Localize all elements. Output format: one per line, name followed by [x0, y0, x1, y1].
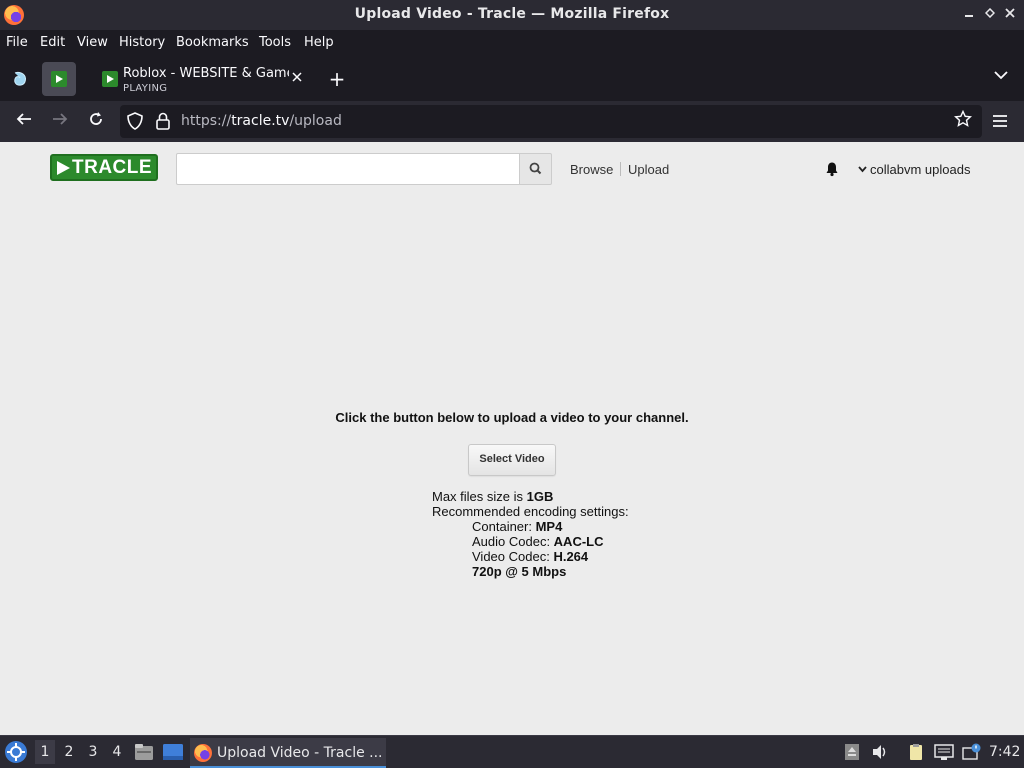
menu-edit[interactable]: Edit — [40, 35, 65, 50]
address-bar[interactable]: https://tracle.tv/upload — [120, 105, 982, 138]
url-text: https://tracle.tv/upload — [181, 113, 342, 129]
menu-tools[interactable]: Tools — [259, 35, 291, 50]
start-menu-button[interactable] — [5, 741, 27, 763]
tab-close-button[interactable] — [292, 70, 302, 86]
tracking-protection-shield-icon[interactable] — [126, 111, 144, 131]
page-content: TRACLE Browse Upload collabvm uploads Cl… — [0, 142, 1024, 735]
file-manager-icon[interactable] — [134, 743, 154, 761]
back-arrow-icon — [16, 113, 31, 125]
firefox-view-button[interactable] — [3, 62, 37, 96]
app-menu-button[interactable] — [990, 111, 1010, 131]
username: collabvm uploads — [870, 162, 971, 177]
tracle-favicon-icon — [51, 71, 67, 87]
tab-strip: Roblox - WEBSITE & Gameplay PLAYING + — [0, 57, 1024, 101]
bookmark-star-icon[interactable] — [954, 110, 972, 128]
forward-button[interactable] — [47, 109, 73, 135]
workspace-4[interactable]: 4 — [107, 744, 127, 760]
minimize-button[interactable] — [960, 5, 978, 23]
search-button[interactable] — [519, 153, 552, 185]
upload-link[interactable]: Upload — [628, 162, 669, 177]
tracle-logo[interactable]: TRACLE — [50, 154, 158, 181]
upload-requirements: Max files size is 1GB Recommended encodi… — [432, 489, 629, 579]
audio-codec-line: Audio Codec: AAC-LC — [472, 534, 604, 549]
system-taskbar: 1 2 3 4 Upload Video - Tracle ... 7:42 — [0, 735, 1024, 768]
start-menu-icon — [7, 743, 25, 761]
search-icon — [529, 162, 542, 175]
reload-button[interactable] — [83, 109, 109, 135]
menu-bookmarks[interactable]: Bookmarks — [176, 35, 249, 50]
video-codec-line: Video Codec: H.264 — [472, 549, 589, 564]
logo-text: TRACLE — [72, 157, 153, 178]
notification-bell-icon[interactable] — [824, 161, 840, 177]
show-desktop-icon[interactable] — [162, 743, 184, 761]
taskbar-window-title: Upload Video - Tracle ... — [217, 745, 383, 761]
container-line: Container: MP4 — [472, 519, 563, 534]
upload-prompt: Click the button below to upload a video… — [335, 410, 689, 425]
close-window-button[interactable] — [1001, 5, 1019, 23]
menu-view[interactable]: View — [77, 35, 108, 50]
play-icon — [57, 161, 70, 175]
close-icon — [1005, 8, 1015, 18]
workspace-3[interactable]: 3 — [83, 744, 103, 760]
reload-icon — [90, 112, 102, 125]
firefox-view-icon — [14, 71, 26, 86]
list-all-tabs-button[interactable] — [994, 68, 1008, 84]
back-button[interactable] — [11, 109, 37, 135]
eject-icon[interactable] — [843, 743, 861, 761]
resolution-line: 720p @ 5 Mbps — [472, 564, 567, 579]
lock-icon[interactable] — [154, 111, 172, 131]
clipboard-icon[interactable] — [907, 743, 925, 761]
tracle-favicon-icon — [102, 71, 118, 87]
navigation-bar: https://tracle.tv/upload — [0, 101, 1024, 142]
tab-title: Roblox - WEBSITE & Gameplay — [123, 66, 289, 81]
menu-help[interactable]: Help — [304, 35, 334, 50]
recommended-heading: Recommended encoding settings: — [432, 504, 629, 519]
close-icon — [292, 72, 302, 82]
hamburger-menu-icon — [993, 115, 1007, 127]
workspace-2[interactable]: 2 — [59, 744, 79, 760]
select-video-button[interactable]: Select Video — [468, 444, 556, 476]
menu-history[interactable]: History — [119, 35, 165, 50]
window-titlebar: Upload Video - Tracle — Mozilla Firefox — [0, 0, 1024, 30]
forward-arrow-icon — [53, 113, 68, 125]
new-tab-button[interactable]: + — [326, 68, 348, 90]
minimize-icon — [965, 15, 973, 17]
maximize-button[interactable] — [981, 5, 999, 23]
notification-tray-icon[interactable] — [962, 743, 982, 761]
chevron-down-icon — [994, 71, 1008, 80]
tab-roblox[interactable]: Roblox - WEBSITE & Gameplay PLAYING — [90, 62, 316, 96]
volume-icon[interactable] — [871, 743, 889, 761]
pinned-tab[interactable] — [42, 62, 76, 96]
chevron-down-icon — [858, 166, 867, 173]
workspace-1[interactable]: 1 — [35, 740, 55, 764]
menu-file[interactable]: File — [6, 35, 28, 50]
max-size-line: Max files size is 1GB — [432, 489, 554, 504]
firefox-logo-icon — [194, 744, 212, 762]
search-input[interactable] — [176, 153, 520, 185]
browse-link[interactable]: Browse — [570, 162, 613, 177]
maximize-icon — [984, 7, 996, 19]
tab-playing-status: PLAYING — [123, 83, 168, 94]
menu-bar: File Edit View History Bookmarks Tools H… — [0, 30, 1024, 57]
network-icon[interactable] — [934, 743, 954, 761]
taskbar-firefox-window[interactable]: Upload Video - Tracle ... — [190, 738, 386, 768]
nav-separator — [620, 162, 621, 176]
clock: 7:42 — [989, 744, 1021, 760]
user-menu[interactable]: collabvm uploads — [858, 162, 970, 177]
window-title: Upload Video - Tracle — Mozilla Firefox — [354, 6, 670, 22]
